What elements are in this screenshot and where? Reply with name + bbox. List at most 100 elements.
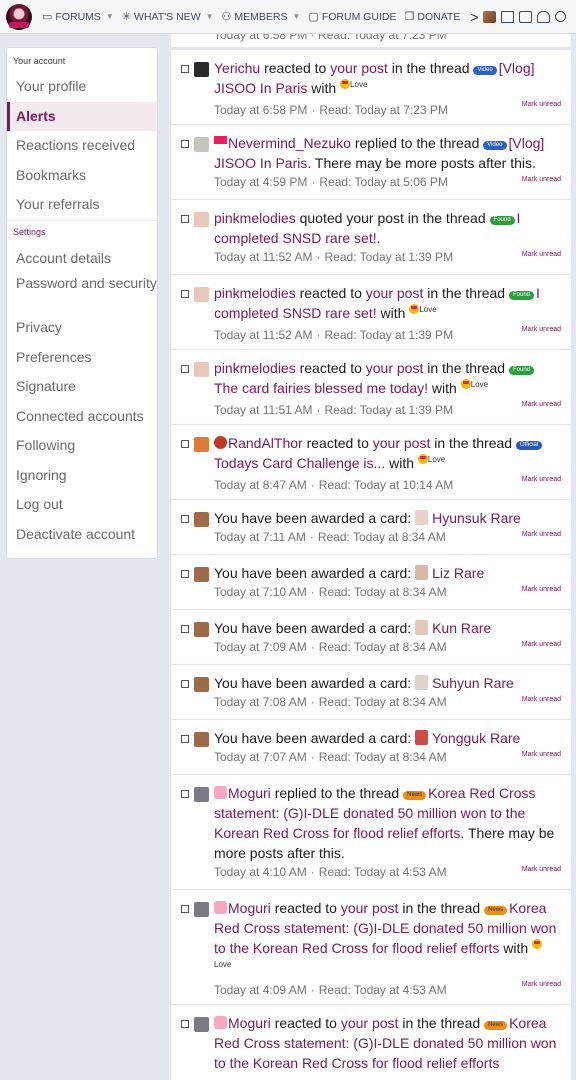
card-link[interactable]: Yongguk Rare [432, 730, 520, 746]
user-avatar[interactable] [194, 677, 209, 692]
sidebar-item-account-details[interactable]: Account details [7, 244, 157, 274]
nav-more-arrow[interactable]: > [470, 9, 478, 25]
user-avatar[interactable] [194, 567, 209, 582]
mark-read-checkbox[interactable] [181, 790, 189, 798]
alert-item[interactable]: Mark unread You have been awarded a card:… [171, 555, 571, 610]
your-post-link[interactable]: your post [341, 900, 399, 916]
username-link[interactable]: Moguri [228, 900, 271, 916]
alert-suffix: . There may be more posts after this. [307, 155, 536, 171]
user-avatar[interactable] [194, 62, 209, 77]
alert-item[interactable]: Moguri reacted to your post in the threa… [171, 1005, 571, 1080]
read-label: Read: [324, 328, 357, 342]
sidebar-item-connected-accounts[interactable]: Connected accounts [7, 402, 157, 432]
nav-item-forums[interactable]: ▭ FORUMS ▼ [42, 10, 114, 24]
sidebar-item-your-profile[interactable]: Your profile [7, 72, 157, 102]
alert-item[interactable]: Mark unread RandAlThor reacted to your po… [171, 425, 571, 500]
nav-item-forum-guide[interactable]: ▢ FORUM GUIDE [308, 10, 396, 24]
sidebar-item-preferences[interactable]: Preferences [7, 343, 157, 373]
user-avatar[interactable] [194, 787, 209, 802]
your-post-link[interactable]: your post [330, 60, 388, 76]
inbox-icon[interactable] [500, 10, 514, 23]
alert-item[interactable]: Mark unread Moguri reacted to your post i… [171, 890, 571, 1005]
user-avatar[interactable] [194, 437, 209, 452]
alert-item[interactable]: Mark unread Moguri replied to the thread … [171, 775, 571, 890]
user-badge-icon [214, 436, 227, 449]
mark-read-checkbox[interactable] [181, 440, 189, 448]
mark-read-checkbox[interactable] [181, 735, 189, 743]
card-link[interactable]: Kun Rare [432, 620, 491, 636]
read-label: Read: [318, 865, 351, 879]
thread-link[interactable]: The card fairies blessed me today! [214, 380, 428, 396]
alert-text: Moguri reacted to your post in the threa… [214, 898, 559, 981]
username-link[interactable]: Moguri [228, 1015, 271, 1031]
username-link[interactable]: Nevermind_Nezuko [228, 135, 351, 151]
sidebar-item-ignoring[interactable]: Ignoring [7, 461, 157, 491]
mark-read-checkbox[interactable] [181, 1020, 189, 1028]
user-avatar[interactable] [194, 362, 209, 377]
separator-dot: · [310, 695, 315, 709]
your-post-link[interactable]: your post [366, 285, 424, 301]
card-link[interactable]: Suhyun Rare [432, 675, 514, 691]
nav-item-members[interactable]: ⚇ MEMBERS ▼ [222, 10, 301, 24]
mark-read-checkbox[interactable] [181, 140, 189, 148]
sidebar-item-reactions-received[interactable]: Reactions received [7, 131, 157, 161]
username-link[interactable]: Moguri [228, 785, 271, 801]
alert-item[interactable]: Mark unread Yerichu reacted to your post … [171, 50, 571, 125]
username-link[interactable]: pinkmelodies [214, 285, 296, 301]
alert-item[interactable]: Mark unread You have been awarded a card:… [171, 665, 571, 720]
alert-item[interactable]: Mark unread You have been awarded a card:… [171, 610, 571, 665]
nav-item-what-s-new[interactable]: ✳ WHAT'S NEW ▼ [122, 10, 214, 24]
user-avatar[interactable] [194, 902, 209, 917]
mark-read-checkbox[interactable] [181, 515, 189, 523]
your-post-link[interactable]: your post [341, 1015, 399, 1031]
your-post-link[interactable]: your post [373, 435, 431, 451]
username-link[interactable]: RandAlThor [228, 435, 303, 451]
mark-read-checkbox[interactable] [181, 905, 189, 913]
username-link[interactable]: pinkmelodies [214, 360, 296, 376]
user-avatar[interactable] [194, 622, 209, 637]
mark-read-checkbox[interactable] [181, 290, 189, 298]
sidebar-item-following[interactable]: Following [7, 431, 157, 461]
thread-link[interactable]: Todays Card Challenge is... [214, 455, 385, 471]
sidebar-item-bookmarks[interactable]: Bookmarks [7, 161, 157, 191]
bell-icon[interactable] [536, 10, 550, 23]
site-logo[interactable] [6, 3, 32, 30]
mark-read-checkbox[interactable] [181, 65, 189, 73]
wallet-icon[interactable] [518, 10, 532, 23]
your-post-link[interactable]: your post [366, 360, 424, 376]
alert-item[interactable]: Mark unread You have been awarded a card:… [171, 720, 571, 775]
user-avatar[interactable] [194, 212, 209, 227]
mark-read-checkbox[interactable] [181, 215, 189, 223]
username-link[interactable]: Yerichu [214, 60, 260, 76]
sidebar-item-your-referrals[interactable]: Your referrals [7, 190, 157, 220]
sidebar-item-signature[interactable]: Signature [7, 372, 157, 402]
sidebar-item-privacy[interactable]: Privacy [7, 313, 157, 343]
sidebar-item-log-out[interactable]: Log out [7, 490, 157, 520]
user-avatar[interactable] [194, 287, 209, 302]
user-avatar[interactable] [194, 512, 209, 527]
user-avatar[interactable] [194, 732, 209, 747]
alert-item[interactable]: Mark unread pinkmelodies reacted to your … [171, 350, 571, 425]
user-avatar[interactable] [194, 137, 209, 152]
search-icon[interactable] [554, 11, 566, 22]
alert-item[interactable]: Mark unread pinkmelodies reacted to your … [171, 275, 571, 350]
mark-read-checkbox[interactable] [181, 680, 189, 688]
sidebar-item-password-and-security[interactable]: Password and security [7, 273, 157, 313]
mark-read-checkbox[interactable] [181, 625, 189, 633]
nav-item-donate[interactable]: ❐ DONATE [405, 10, 461, 24]
chevron-down-icon[interactable]: ▼ [206, 12, 214, 21]
chevron-down-icon[interactable]: ▼ [106, 12, 114, 21]
mark-read-checkbox[interactable] [181, 365, 189, 373]
sidebar-item-deactivate-account[interactable]: Deactivate account [7, 520, 157, 550]
chevron-down-icon[interactable]: ▼ [293, 12, 301, 21]
alert-item[interactable]: Mark unread You have been awarded a card:… [171, 500, 571, 555]
card-link[interactable]: Liz Rare [432, 565, 484, 581]
alert-item[interactable]: Mark unread pinkmelodies quoted your post… [171, 200, 571, 275]
username-link[interactable]: pinkmelodies [214, 210, 296, 226]
mark-read-checkbox[interactable] [181, 570, 189, 578]
alert-item[interactable]: Mark unread Nevermind_Nezuko replied to t… [171, 125, 571, 200]
sidebar-item-alerts[interactable]: Alerts [7, 101, 157, 131]
user-avatar-icon[interactable] [482, 10, 496, 23]
user-avatar[interactable] [194, 1017, 209, 1032]
card-link[interactable]: Hyunsuk Rare [432, 510, 521, 526]
